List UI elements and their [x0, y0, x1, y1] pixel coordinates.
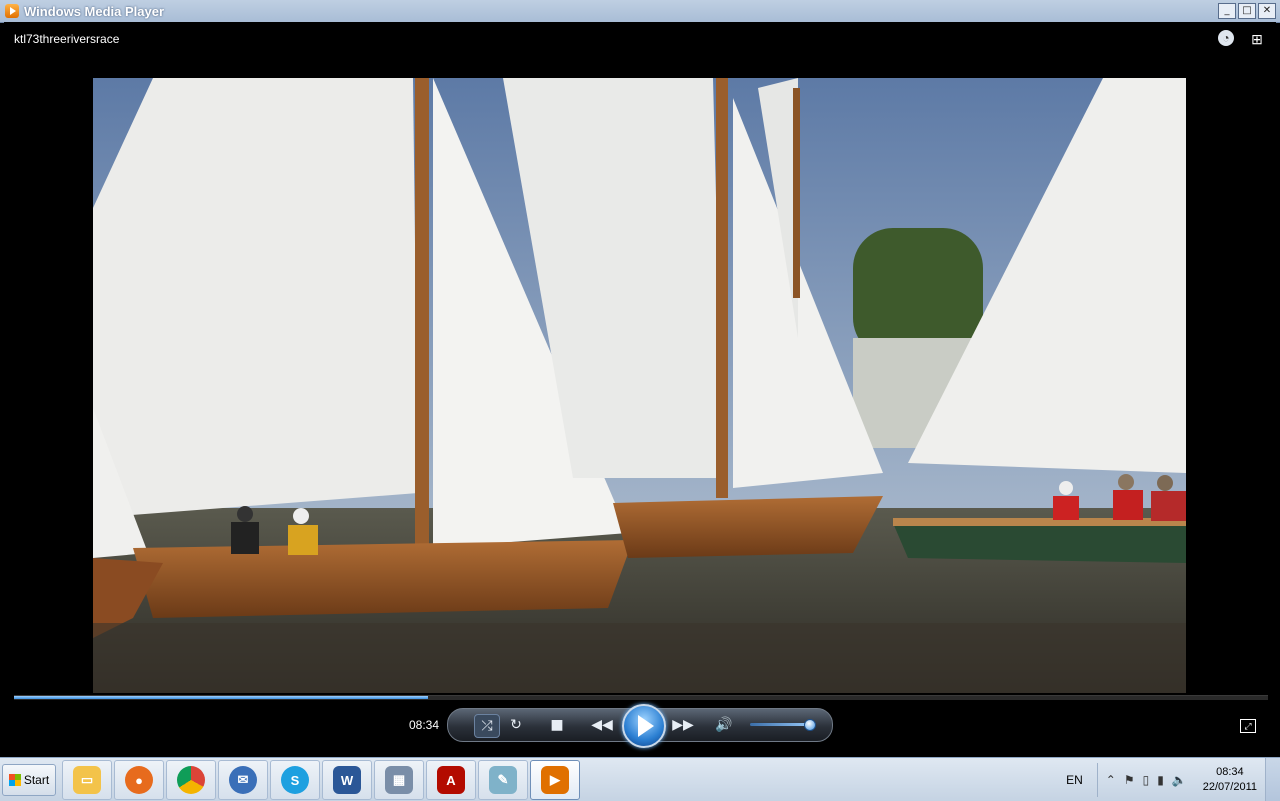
seek-bar[interactable]	[14, 695, 1268, 700]
volume-knob[interactable]	[804, 719, 817, 731]
player-area: ktl73threeriversrace ◔ ⊞ 08:34 ⤮ ↻ ■ ◀◀ …	[4, 22, 1276, 755]
sailor-2	[293, 508, 309, 524]
shuffle-button[interactable]: ⤮	[474, 714, 500, 738]
sailor-1	[237, 506, 253, 522]
window-title: Windows Media Player	[24, 4, 165, 19]
clock-time: 08:34	[1216, 765, 1244, 778]
window-title-bar[interactable]: Windows Media Player _ □ ✕	[0, 0, 1280, 23]
chrome-icon	[177, 766, 205, 794]
sailor-5	[1157, 475, 1173, 491]
fullscreen-button[interactable]: ⤢	[1240, 719, 1256, 733]
power-icon[interactable]: ▯	[1143, 773, 1150, 787]
top-right-controls: ◔ ⊞	[1218, 30, 1266, 48]
windows-logo-icon	[8, 774, 21, 786]
hull-right	[893, 523, 1186, 563]
folder-icon: ▭	[73, 766, 101, 794]
seek-progress	[14, 696, 428, 699]
sailor-3	[1059, 481, 1073, 495]
network-icon[interactable]: ▮	[1157, 773, 1164, 787]
media-player-icon: ▶	[541, 766, 569, 794]
play-button[interactable]	[622, 704, 666, 748]
firefox-icon: ●	[125, 766, 153, 794]
taskbar-chrome[interactable]	[166, 760, 216, 800]
volume-icon[interactable]: 🔈	[1172, 773, 1187, 787]
start-button[interactable]: Start	[2, 764, 56, 796]
clock[interactable]: 08:34 22/07/2011	[1203, 765, 1257, 795]
window-controls: _ □ ✕	[1218, 3, 1276, 19]
mast-left	[415, 78, 429, 553]
taskbar-apps: ▭ ● ✉ S W ▦ A ✎ ▶	[62, 760, 580, 800]
start-label: Start	[23, 773, 50, 787]
word-icon: W	[333, 766, 361, 794]
calculator-icon: ▦	[385, 766, 413, 794]
playback-controls: ⤮ ↻ ■ ◀◀ ▶▶ 🔊	[447, 704, 833, 748]
repeat-button[interactable]: ↻	[505, 714, 527, 736]
compact-mode-icon[interactable]: ⊞	[1248, 30, 1266, 48]
tray-icons: ⌃ ⚑ ▯ ▮ 🔈	[1106, 773, 1187, 787]
switch-to-library-icon[interactable]: ◔	[1218, 30, 1234, 46]
acrobat-icon: A	[437, 766, 465, 794]
taskbar-acrobat[interactable]: A	[426, 760, 476, 800]
hull-left	[133, 540, 633, 618]
show-hidden-icons-icon[interactable]: ⌃	[1106, 773, 1116, 787]
previous-button[interactable]: ◀◀	[585, 714, 619, 736]
taskbar-calculator[interactable]: ▦	[374, 760, 424, 800]
taskbar-notepad[interactable]: ✎	[478, 760, 528, 800]
media-player-icon	[5, 4, 19, 18]
taskbar-thunderbird[interactable]: ✉	[218, 760, 268, 800]
system-tray: EN ⌃ ⚑ ▯ ▮ 🔈 08:34 22/07/2011	[1066, 758, 1280, 801]
next-button[interactable]: ▶▶	[666, 714, 700, 736]
sailor-4	[1118, 474, 1134, 490]
stop-button[interactable]: ■	[546, 714, 568, 736]
hull-center	[613, 496, 883, 558]
mast-center	[716, 78, 728, 498]
minimize-button[interactable]: _	[1218, 3, 1236, 19]
sail-left-main	[93, 78, 418, 518]
taskbar-firefox[interactable]: ●	[114, 760, 164, 800]
media-title: ktl73threeriversrace	[14, 32, 120, 46]
volume-slider[interactable]	[750, 719, 817, 731]
mute-button[interactable]: 🔊	[713, 714, 735, 736]
taskbar-word[interactable]: W	[322, 760, 372, 800]
show-desktop-button[interactable]	[1265, 758, 1280, 801]
taskbar: Start ▭ ● ✉ S W ▦ A ✎ ▶ EN ⌃ ⚑ ▯ ▮ 🔈 08:…	[0, 757, 1280, 801]
skype-icon: S	[281, 766, 309, 794]
mast-far	[793, 88, 800, 298]
taskbar-media-player[interactable]: ▶	[530, 760, 580, 800]
taskbar-explorer[interactable]: ▭	[62, 760, 112, 800]
tray-separator	[1096, 762, 1098, 797]
reflection	[93, 623, 1186, 693]
notepad-icon: ✎	[489, 766, 517, 794]
clock-date: 22/07/2011	[1202, 780, 1257, 793]
video-scene	[93, 78, 1186, 693]
action-center-flag-icon[interactable]: ⚑	[1124, 773, 1135, 787]
video-frame[interactable]	[93, 78, 1186, 693]
close-button[interactable]: ✕	[1258, 3, 1276, 19]
taskbar-skype[interactable]: S	[270, 760, 320, 800]
maximize-button[interactable]: □	[1238, 3, 1256, 19]
language-indicator[interactable]: EN	[1066, 773, 1083, 787]
thunderbird-icon: ✉	[229, 766, 257, 794]
elapsed-time: 08:34	[409, 718, 440, 732]
